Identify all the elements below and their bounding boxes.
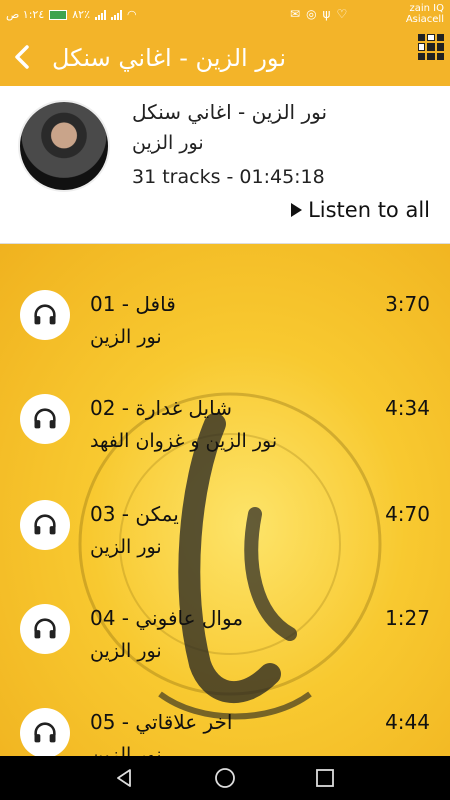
track-duration: 3:70 (385, 292, 430, 316)
track-number: 02 (90, 396, 116, 420)
track-artist: نور الزين (90, 744, 162, 756)
list-item[interactable]: 04 - موال عافوني نور الزين 1:27 (0, 604, 450, 704)
carrier-name-2: Asiacell (405, 14, 444, 25)
usb-icon: ψ (322, 7, 331, 21)
track-name: يمكن (135, 502, 179, 526)
back-icon[interactable] (8, 42, 38, 72)
headphones-icon[interactable] (20, 604, 70, 654)
track-number: 01 (90, 292, 116, 316)
email-icon: ✉ (290, 7, 301, 21)
track-title: 02 - شايل غدارة (90, 396, 232, 420)
headphones-icon[interactable] (20, 500, 70, 550)
list-item[interactable]: 02 - شايل غدارة نور الزين و غزوان الفهد … (0, 394, 450, 494)
wifi-icon: ◠ (126, 8, 137, 21)
heart-icon: ♡ (336, 7, 348, 21)
track-name: شايل غدارة (135, 396, 232, 420)
track-name: اخر علاقاتي (135, 710, 233, 734)
track-artist: نور الزين و غزوان الفهد (90, 430, 278, 452)
album-artist: نور الزين (132, 132, 204, 154)
list-item[interactable]: 05 - اخر علاقاتي نور الزين 4:44 (0, 708, 450, 756)
list-item[interactable]: 03 - يمكن نور الزين 4:70 (0, 500, 450, 600)
track-title: 04 - موال عافوني (90, 606, 244, 630)
nav-recents-icon[interactable] (313, 766, 337, 790)
track-artist: نور الزين (90, 536, 162, 558)
track-duration: 1:27 (385, 606, 430, 630)
track-number: 04 (90, 606, 116, 630)
track-title: 03 - يمكن (90, 502, 179, 526)
track-duration: 4:34 (385, 396, 430, 420)
track-artist: نور الزين (90, 640, 162, 662)
track-duration: 4:70 (385, 502, 430, 526)
track-number: 03 (90, 502, 116, 526)
listen-all-button[interactable]: Listen to all (291, 198, 430, 222)
listen-all-label: Listen to all (308, 198, 430, 222)
status-bar: ١:٢٤ ص ٨٢٪ ◠ ✉ ◎ ψ ♡ zain IQ Asiacell (0, 0, 450, 30)
track-name: قافل (135, 292, 176, 316)
headphones-icon[interactable] (20, 708, 70, 756)
album-cover (18, 100, 110, 192)
headphones-icon[interactable] (20, 394, 70, 444)
signal-icon-2 (110, 9, 122, 20)
album-meta: 31 tracks - 01:45:18 (132, 166, 325, 188)
app-bar: نور الزين - اغاني سنكل (0, 30, 450, 86)
nav-back-icon[interactable] (113, 766, 137, 790)
track-name: موال عافوني (135, 606, 244, 630)
headphones-icon[interactable] (20, 290, 70, 340)
signal-icon (94, 9, 106, 20)
battery-level: ٨٢٪ (72, 8, 90, 21)
track-title: 01 - قافل (90, 292, 176, 316)
page-title: نور الزين - اغاني سنكل (52, 44, 287, 72)
album-header: نور الزين - اغاني سنكل نور الزين 31 trac… (0, 86, 450, 244)
whatsapp-icon: ◎ (306, 7, 317, 21)
grid-menu-icon[interactable] (418, 34, 444, 60)
nav-home-icon[interactable] (213, 766, 237, 790)
system-nav-bar (0, 756, 450, 800)
battery-icon (49, 9, 68, 20)
track-list[interactable]: 01 - قافل نور الزين 3:70 02 - شايل غدارة… (0, 244, 450, 756)
notification-icons: ✉ ◎ ψ ♡ (290, 7, 347, 21)
status-left: ١:٢٤ ص ٨٢٪ ◠ (6, 8, 137, 21)
list-item[interactable]: 01 - قافل نور الزين 3:70 (0, 290, 450, 390)
clock: ١:٢٤ ص (6, 8, 45, 21)
track-number: 05 (90, 710, 116, 734)
carrier-name: zain IQ (409, 3, 445, 14)
track-artist: نور الزين (90, 326, 162, 348)
track-title: 05 - اخر علاقاتي (90, 710, 233, 734)
track-duration: 4:44 (385, 710, 430, 734)
carrier-info: zain IQ Asiacell (406, 3, 444, 25)
album-title: نور الزين - اغاني سنكل (132, 100, 328, 124)
play-icon (291, 203, 303, 217)
